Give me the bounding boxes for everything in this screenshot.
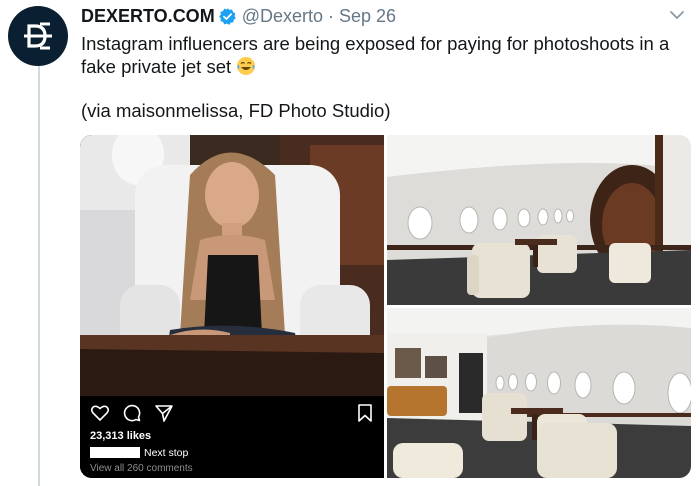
- jet-interior-reverse-illustration: [387, 308, 691, 478]
- post-caption: Next stop: [144, 447, 189, 459]
- source-credit: (via maisonmelissa, FD Photo Studio): [81, 100, 391, 121]
- bookmark-icon[interactable]: [356, 403, 374, 423]
- share-icon[interactable]: [154, 403, 174, 423]
- tweet-text: Instagram influencers are being exposed …: [81, 32, 691, 78]
- dexerto-logo-icon: [24, 22, 52, 50]
- verified-badge-icon: [218, 7, 236, 25]
- comment-icon[interactable]: [122, 403, 142, 423]
- tears-of-joy-emoji-icon: [237, 57, 256, 75]
- heart-icon[interactable]: [90, 403, 110, 423]
- instagram-actions: [90, 403, 174, 423]
- separator-dot: ·: [328, 5, 334, 26]
- tweet-date[interactable]: Sep 26: [339, 6, 396, 27]
- thread-line: [38, 64, 40, 486]
- handle[interactable]: @Dexerto: [242, 6, 323, 27]
- photo-jet-set-wide[interactable]: [387, 135, 691, 305]
- view-comments-link[interactable]: View all 260 comments: [90, 463, 193, 474]
- jet-interior-wide-illustration: [387, 135, 691, 305]
- photo-influencer[interactable]: 23,313 likes Next stop View all 260 comm…: [80, 135, 384, 478]
- redacted-username: [90, 447, 140, 458]
- tweet-header: DEXERTO.COM @Dexerto · Sep 26: [81, 4, 396, 28]
- chevron-down-icon[interactable]: [668, 6, 686, 24]
- media-grid[interactable]: 23,313 likes Next stop View all 260 comm…: [80, 135, 691, 478]
- likes-count[interactable]: 23,313 likes: [90, 430, 151, 442]
- tweet-body: Instagram influencers are being exposed …: [81, 33, 670, 77]
- photo-jet-set-reverse[interactable]: [387, 308, 691, 478]
- avatar[interactable]: [8, 6, 68, 66]
- display-name[interactable]: DEXERTO.COM: [81, 6, 215, 27]
